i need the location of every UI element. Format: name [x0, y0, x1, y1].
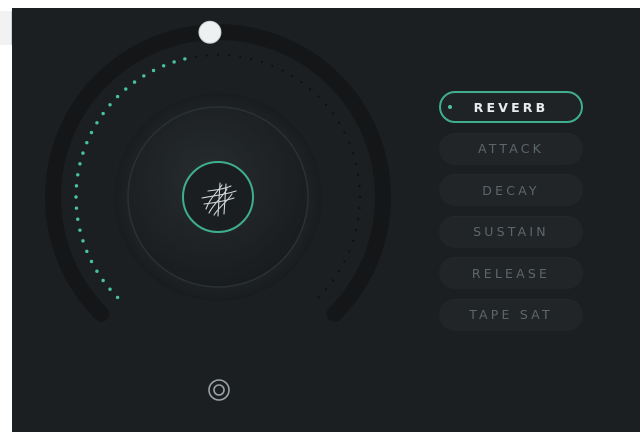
inactive-value-dot: [317, 95, 320, 98]
active-value-dot: [95, 121, 99, 125]
active-value-dot: [89, 259, 94, 264]
window-edge: [0, 11, 12, 45]
param-attack-button[interactable]: ATTACK: [439, 132, 583, 165]
active-value-dot: [74, 206, 79, 210]
active-value-dot: [108, 103, 112, 107]
inactive-value-dot: [347, 250, 351, 253]
active-value-dot: [81, 151, 85, 155]
inactive-value-dot: [343, 260, 346, 263]
active-value-dot: [85, 249, 89, 254]
active-value-dot: [151, 68, 156, 73]
active-value-dot: [172, 60, 176, 64]
active-value-dot: [85, 140, 89, 145]
inactive-value-dot: [205, 54, 209, 57]
inactive-value-dot: [351, 239, 355, 243]
inactive-value-dot: [194, 55, 197, 58]
active-value-dot: [78, 228, 82, 232]
inactive-value-dot: [351, 151, 355, 155]
active-value-dot: [115, 295, 120, 300]
param-sustain-button[interactable]: SUSTAIN: [439, 215, 583, 248]
active-value-dot: [132, 80, 137, 84]
inactive-value-dot: [343, 131, 346, 134]
inactive-value-dot: [281, 69, 284, 72]
inactive-value-dot: [239, 55, 242, 58]
inactive-value-dot: [337, 269, 341, 273]
inactive-value-dot: [357, 173, 360, 176]
active-value-dot: [101, 111, 105, 116]
active-value-dot: [78, 162, 82, 166]
inactive-value-dot: [249, 57, 253, 61]
plugin-panel: REVERB ATTACK DECAY SUSTAIN RELEASE TAPE SAT: [12, 8, 640, 432]
active-value-dot: [142, 74, 146, 78]
knob-handle[interactable]: [198, 20, 222, 44]
inactive-value-dot: [324, 103, 328, 106]
active-value-dot: [74, 184, 79, 188]
inactive-value-dot: [300, 80, 303, 84]
active-value-dot: [95, 269, 99, 273]
inactive-value-dot: [309, 87, 312, 91]
inactive-value-dot: [347, 141, 351, 144]
active-value-dot: [76, 217, 80, 221]
active-value-dot: [183, 57, 187, 61]
inactive-value-dot: [358, 184, 361, 188]
active-value-dot: [115, 94, 120, 99]
param-reverb-button[interactable]: REVERB: [439, 91, 583, 123]
inactive-value-dot: [354, 162, 358, 166]
inactive-value-dot: [358, 206, 361, 210]
param-tape-sat-button[interactable]: TAPE SAT: [439, 298, 583, 331]
knob-center-ring: [182, 161, 254, 233]
inactive-value-dot: [227, 54, 231, 57]
active-indicator-dot: [448, 105, 452, 109]
power-target-icon[interactable]: [207, 378, 231, 402]
inactive-value-dot: [331, 112, 335, 115]
inactive-value-dot: [331, 279, 335, 282]
inactive-value-dot: [357, 218, 360, 221]
param-label: REVERB: [473, 99, 549, 115]
active-value-dot: [74, 195, 78, 199]
inactive-value-dot: [324, 288, 328, 291]
active-value-dot: [89, 130, 94, 135]
active-value-dot: [81, 239, 85, 243]
active-value-dot: [124, 87, 128, 91]
active-value-dot: [101, 278, 105, 283]
param-label: ATTACK: [477, 141, 545, 156]
active-value-dot: [76, 173, 80, 177]
param-release-button[interactable]: RELEASE: [439, 257, 583, 289]
param-label: DECAY: [482, 182, 540, 198]
param-label: RELEASE: [471, 265, 551, 281]
inactive-value-dot: [260, 60, 264, 64]
inactive-value-dot: [317, 296, 320, 299]
inactive-value-dot: [337, 121, 341, 125]
inactive-value-dot: [271, 64, 274, 68]
inactive-value-dot: [354, 228, 358, 232]
inactive-value-dot: [290, 74, 294, 78]
inactive-value-dot: [358, 195, 362, 199]
inactive-value-dot: [216, 53, 220, 57]
param-decay-button[interactable]: DECAY: [439, 174, 583, 206]
param-label: TAPE SAT: [469, 307, 553, 322]
param-label: SUSTAIN: [473, 224, 549, 239]
active-value-dot: [161, 64, 166, 68]
active-value-dot: [108, 287, 112, 291]
